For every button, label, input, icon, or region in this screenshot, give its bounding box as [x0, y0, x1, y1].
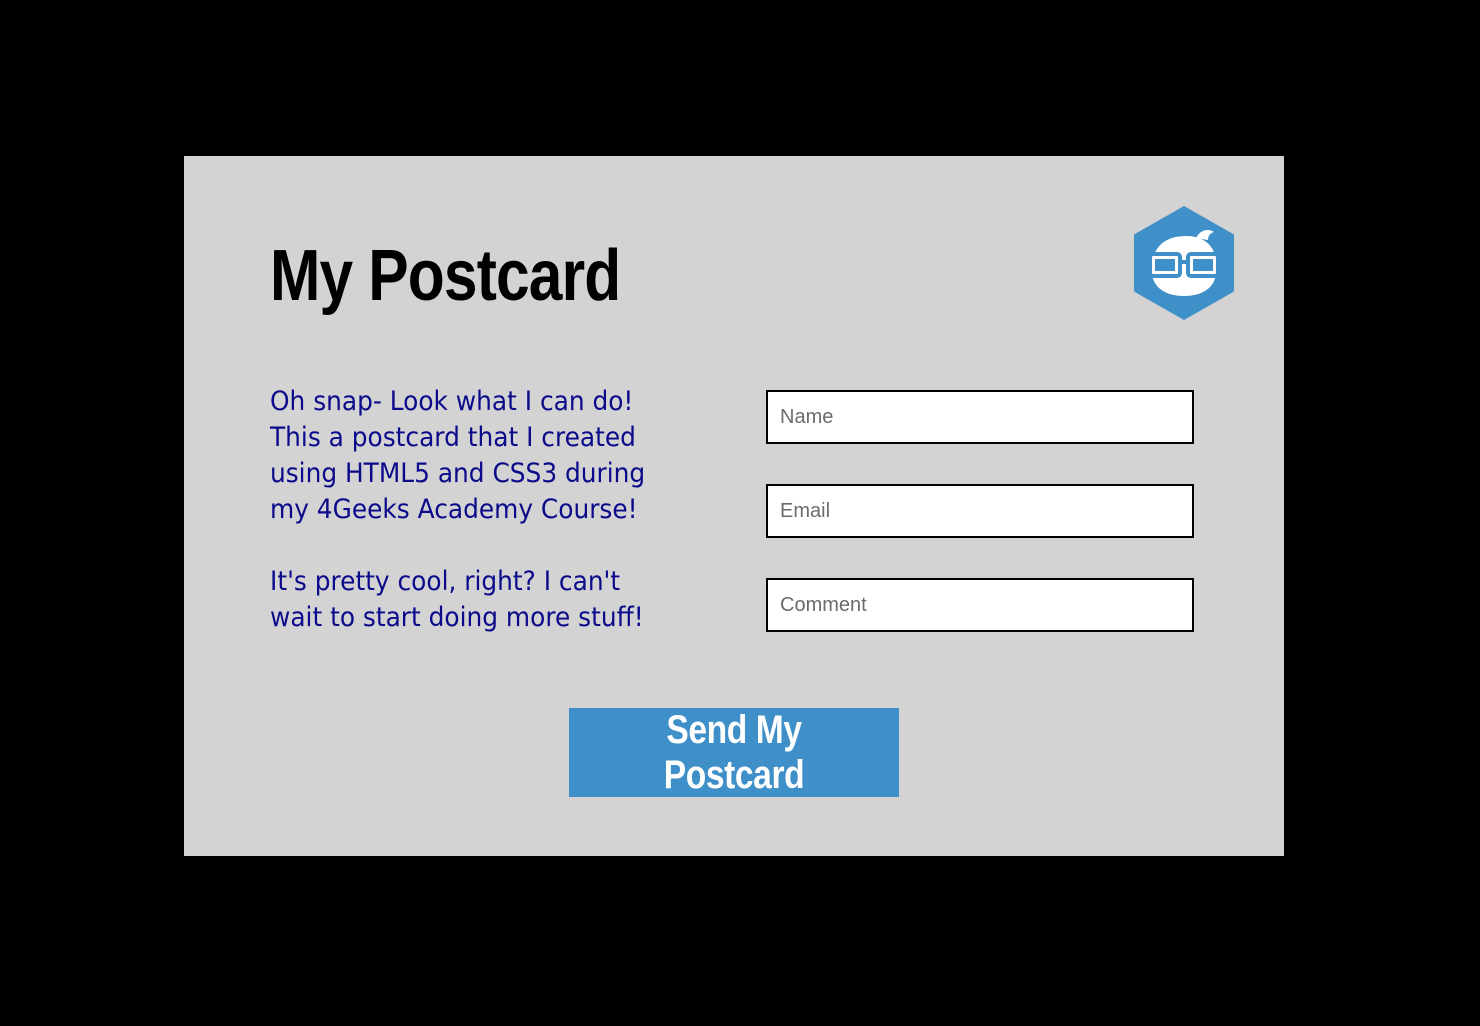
page-title: My Postcard — [270, 236, 621, 316]
email-input[interactable] — [766, 484, 1194, 538]
send-postcard-label: Send My Postcard — [663, 708, 805, 797]
comment-input[interactable] — [766, 578, 1194, 632]
message-paragraph: Oh snap- Look what I can do! This a post… — [270, 386, 646, 525]
message-paragraph: It's pretty cool, right? I can't wait to… — [270, 566, 644, 633]
geek-face-hexagon-icon — [1134, 206, 1234, 320]
postcard-message: Oh snap- Look what I can do! This a post… — [270, 384, 666, 636]
postcard: My Postcard Oh snap- Look what I can do!… — [184, 156, 1284, 856]
send-postcard-button[interactable]: Send My Postcard — [569, 708, 899, 797]
name-input[interactable] — [766, 390, 1194, 444]
